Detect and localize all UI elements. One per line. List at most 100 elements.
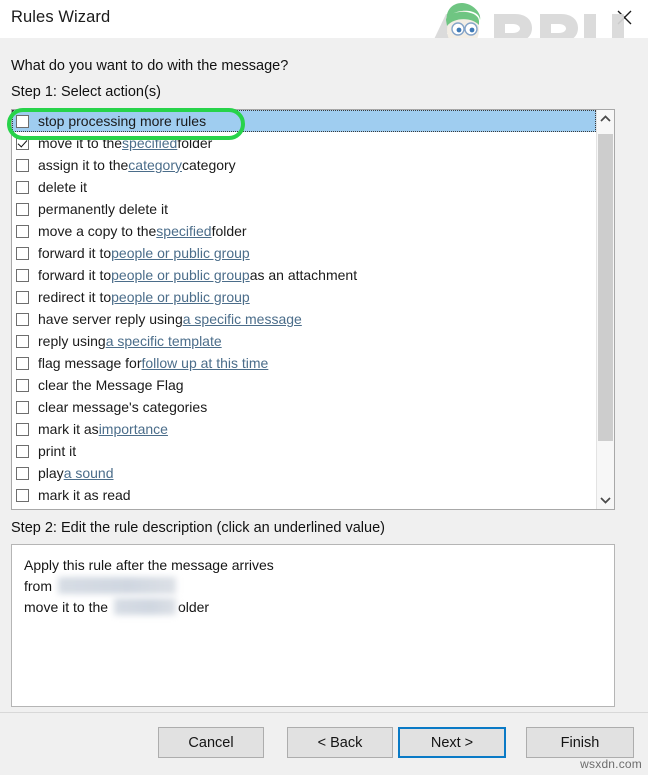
action-value-link[interactable]: people or public group	[111, 245, 250, 261]
action-text: folder	[177, 135, 212, 151]
action-text: permanently delete it	[38, 201, 168, 217]
checkbox-icon[interactable]	[16, 467, 29, 480]
site-watermark: wsxdn.com	[580, 757, 642, 771]
prompt-question: What do you want to do with the message?	[11, 58, 288, 74]
action-list-item[interactable]: forward it to people or public group	[12, 242, 596, 264]
action-list-item[interactable]: clear message's categories	[12, 396, 596, 418]
rule-description-text: from	[24, 578, 52, 594]
action-list-item[interactable]: reply using a specific template	[12, 330, 596, 352]
close-icon	[616, 9, 633, 26]
action-list-item[interactable]: mark it as read	[12, 484, 596, 506]
checkbox-icon[interactable]	[16, 181, 29, 194]
action-text: category	[182, 157, 236, 173]
redacted-folder-value[interactable]	[114, 598, 176, 615]
action-value-link[interactable]: specified	[122, 135, 177, 151]
action-value-link[interactable]: people or public group	[111, 267, 250, 283]
action-text: stop processing more rules	[38, 113, 206, 129]
rule-description-line: Apply this rule after the message arrive…	[24, 555, 602, 576]
checkbox-icon[interactable]	[16, 115, 29, 128]
action-list-item[interactable]: have server reply using a specific messa…	[12, 308, 596, 330]
action-list-item[interactable]: mark it as importance	[12, 418, 596, 440]
action-text: clear message's categories	[38, 399, 207, 415]
rule-description-text: Apply this rule after the message arrive…	[24, 557, 274, 573]
dialog-body: What do you want to do with the message?…	[0, 38, 648, 712]
checkbox-checked-icon[interactable]	[16, 137, 29, 150]
action-value-link[interactable]: specified	[156, 223, 211, 239]
checkbox-icon[interactable]	[16, 401, 29, 414]
action-list-item[interactable]: stop processing more rules	[12, 110, 596, 132]
action-text: forward it to	[38, 245, 111, 261]
checkbox-icon[interactable]	[16, 159, 29, 172]
action-text: forward it to	[38, 267, 111, 283]
chevron-down-icon	[600, 496, 611, 504]
action-value-link[interactable]: a sound	[64, 465, 114, 481]
checkbox-icon[interactable]	[16, 357, 29, 370]
action-text: clear the Message Flag	[38, 377, 184, 393]
action-list-item[interactable]: delete it	[12, 176, 596, 198]
action-list-items: stop processing more rules move it to the…	[12, 110, 596, 509]
action-list-item[interactable]: play a sound	[12, 462, 596, 484]
next-button[interactable]: Next >	[398, 727, 506, 758]
action-text: move a copy to the	[38, 223, 156, 239]
action-text: print it	[38, 443, 76, 459]
action-text: have server reply using	[38, 311, 183, 327]
action-text: mark it as read	[38, 487, 131, 503]
action-value-link[interactable]: a specific template	[106, 333, 222, 349]
scrollbar-thumb[interactable]	[598, 134, 613, 441]
checkbox-icon[interactable]	[16, 291, 29, 304]
action-text: move it to the	[38, 135, 122, 151]
checkbox-icon[interactable]	[16, 445, 29, 458]
action-text: folder	[212, 223, 247, 239]
rule-description-text-suffix: older	[178, 599, 209, 615]
action-list-scrollbar[interactable]	[596, 110, 614, 509]
action-list-item[interactable]: forward it to people or public group as …	[12, 264, 596, 286]
action-text: as an attachment	[250, 267, 357, 283]
step1-label: Step 1: Select action(s)	[11, 84, 161, 100]
checkbox-icon[interactable]	[16, 313, 29, 326]
action-text: reply using	[38, 333, 106, 349]
action-list-item[interactable]: move a copy to the specified folder	[12, 220, 596, 242]
action-text: flag message for	[38, 355, 142, 371]
action-text: mark it as	[38, 421, 99, 437]
rule-description-line: from	[24, 576, 602, 597]
step2-label: Step 2: Edit the rule description (click…	[11, 520, 385, 536]
action-text: play	[38, 465, 64, 481]
scroll-up-button[interactable]	[597, 110, 614, 128]
checkbox-icon[interactable]	[16, 335, 29, 348]
scroll-down-button[interactable]	[597, 491, 614, 509]
action-value-link[interactable]: importance	[99, 421, 168, 437]
dialog-footer: Cancel < Back Next > Finish wsxdn.com	[0, 712, 648, 775]
redacted-sender-value[interactable]	[58, 577, 176, 594]
action-text: assign it to the	[38, 157, 128, 173]
checkbox-icon[interactable]	[16, 225, 29, 238]
action-list-item[interactable]: clear the Message Flag	[12, 374, 596, 396]
action-text: delete it	[38, 179, 87, 195]
action-value-link[interactable]: category	[128, 157, 182, 173]
back-button[interactable]: < Back	[287, 727, 393, 758]
window-title: Rules Wizard	[11, 8, 110, 27]
action-value-link[interactable]: people or public group	[111, 289, 250, 305]
action-list-item[interactable]: flag message for follow up at this time	[12, 352, 596, 374]
action-value-link[interactable]: a specific message	[183, 311, 302, 327]
checkbox-icon[interactable]	[16, 489, 29, 502]
action-list-item[interactable]: permanently delete it	[12, 198, 596, 220]
action-list[interactable]: stop processing more rules move it to the…	[11, 109, 615, 510]
checkbox-icon[interactable]	[16, 269, 29, 282]
chevron-up-icon	[600, 115, 611, 123]
action-list-item[interactable]: move it to the specified folder	[12, 132, 596, 154]
action-list-item[interactable]: redirect it to people or public group	[12, 286, 596, 308]
close-button[interactable]	[609, 3, 639, 31]
rule-description-line: move it to the older	[24, 597, 602, 618]
checkbox-icon[interactable]	[16, 423, 29, 436]
rule-description-text: move it to the	[24, 599, 108, 615]
checkbox-icon[interactable]	[16, 379, 29, 392]
action-list-item[interactable]: assign it to the category category	[12, 154, 596, 176]
finish-button[interactable]: Finish	[526, 727, 634, 758]
action-value-link[interactable]: follow up at this time	[142, 355, 269, 371]
cancel-button[interactable]: Cancel	[158, 727, 264, 758]
action-list-item[interactable]: print it	[12, 440, 596, 462]
rule-description-box[interactable]: Apply this rule after the message arrive…	[11, 544, 615, 707]
checkbox-icon[interactable]	[16, 247, 29, 260]
checkbox-icon[interactable]	[16, 203, 29, 216]
title-bar: Rules Wizard	[0, 0, 648, 39]
